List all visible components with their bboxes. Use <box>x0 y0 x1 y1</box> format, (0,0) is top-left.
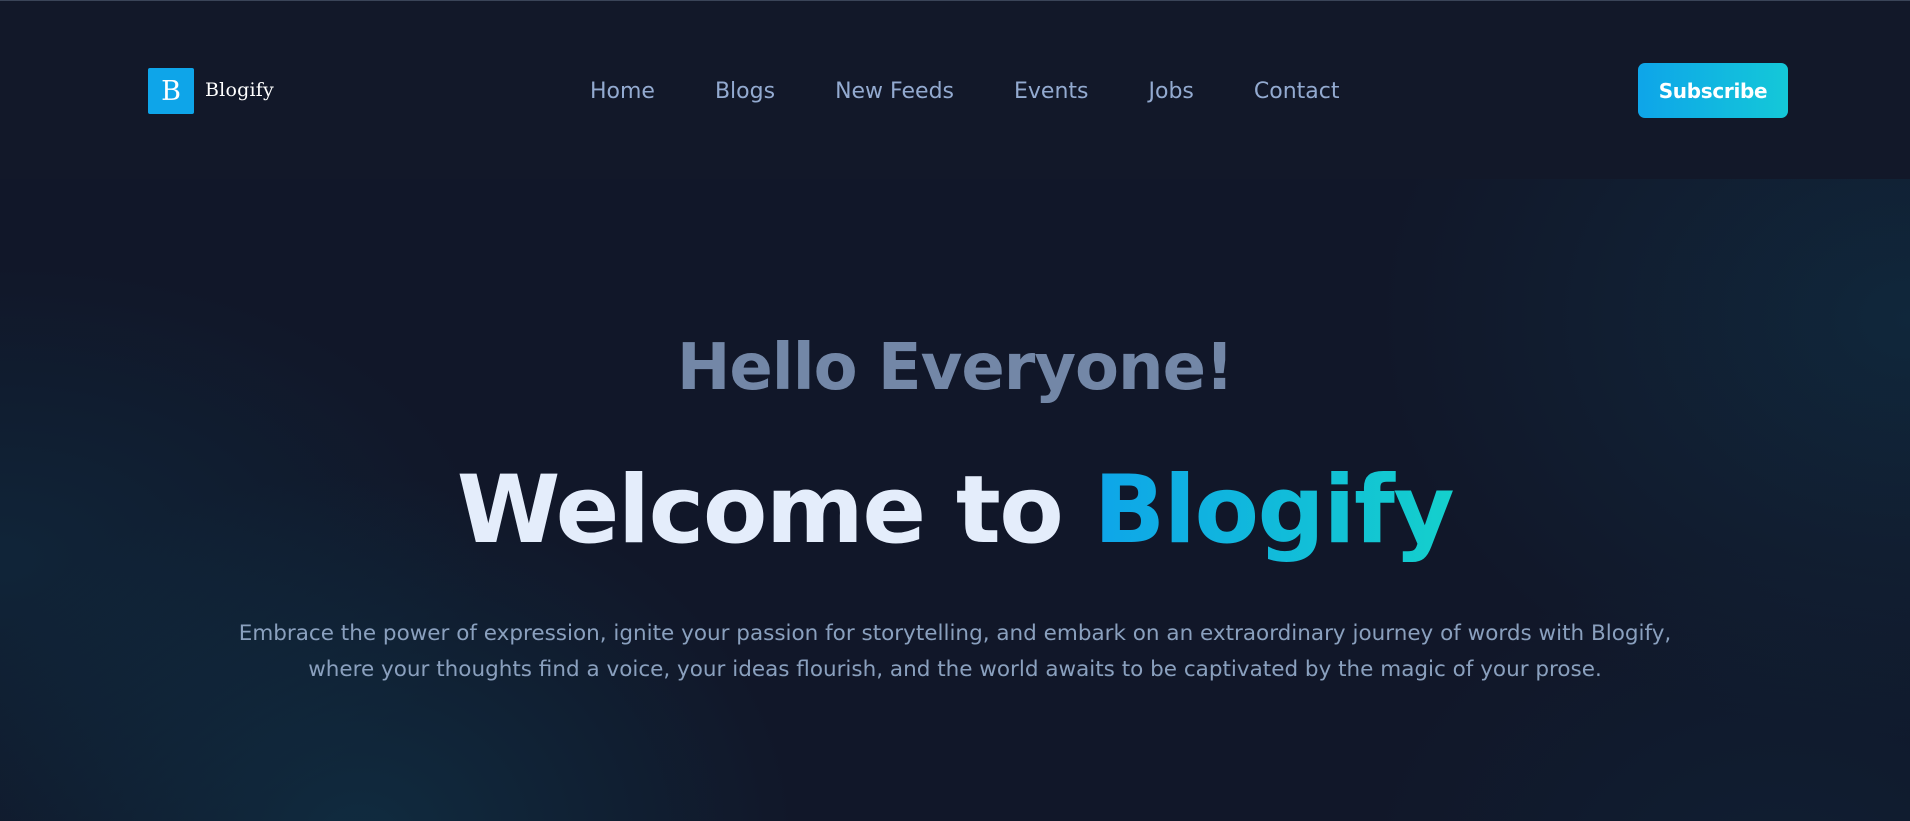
nav-jobs[interactable]: Jobs <box>1149 75 1194 108</box>
logo-text: Blogify <box>205 79 274 101</box>
main-nav: Home Blogs New Feeds Events Jobs Contact <box>590 75 1339 108</box>
hero-tagline: Embrace the power of expression, ignite … <box>238 621 1672 682</box>
nav-home[interactable]: Home <box>590 75 655 108</box>
hero-title: Welcome to Blogify <box>0 456 1910 566</box>
subscribe-button[interactable]: Subscribe <box>1638 63 1788 118</box>
nav-blogs[interactable]: Blogs <box>715 75 775 108</box>
hero-section: Hello Everyone! Welcome to Blogify Embra… <box>0 179 1910 821</box>
logo-icon: B <box>148 68 194 114</box>
nav-contact[interactable]: Contact <box>1254 75 1340 108</box>
site-header: B Blogify Home Blogs New Feeds Events Jo… <box>0 1 1910 179</box>
hero-title-brand: Blogify <box>1093 456 1455 565</box>
hero-greeting: Hello Everyone! <box>676 331 1234 405</box>
page: B Blogify Home Blogs New Feeds Events Jo… <box>0 0 1910 821</box>
nav-events[interactable]: Events <box>1014 75 1089 108</box>
nav-new-feeds[interactable]: New Feeds <box>835 75 954 108</box>
hero-title-prefix: Welcome to <box>456 456 1094 565</box>
logo-link[interactable]: B Blogify <box>148 68 274 114</box>
